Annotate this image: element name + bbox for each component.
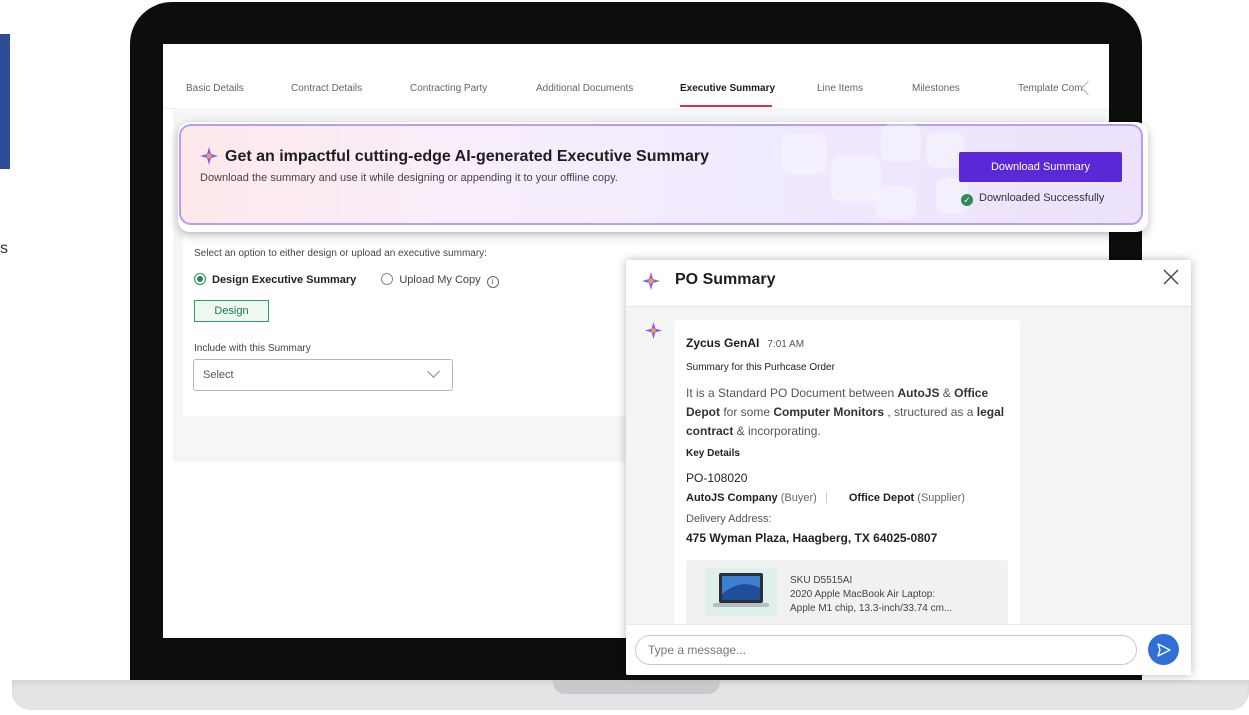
check-circle-icon: ✓	[961, 194, 973, 206]
laptop-notch	[553, 680, 720, 694]
chat-title: PO Summary	[675, 271, 776, 288]
buyer-role: (Buyer)	[780, 492, 817, 504]
download-status: ✓ Downloaded Successfully	[961, 192, 1104, 206]
radio-design-label: Design Executive Summary	[212, 274, 357, 286]
laptop-thumbnail	[705, 568, 777, 616]
banner-subtitle: Download the summary and use it while de…	[200, 172, 618, 184]
info-icon[interactable]: i	[486, 276, 499, 288]
tab-contract-details[interactable]: Contract Details	[291, 78, 362, 108]
chat-header: PO Summary	[626, 260, 1191, 307]
tab-bar: Basic Details Contract Details Contracti…	[163, 78, 1109, 109]
chevron-left-icon[interactable]	[1080, 80, 1096, 96]
banner-title: Get an impactful cutting-edge AI-generat…	[225, 148, 709, 165]
delivery-address: 475 Wyman Plaza, Haagberg, TX 64025-0807	[686, 531, 938, 545]
parties-row: AutoJS Company (Buyer) Office Depot (Supp…	[686, 491, 965, 504]
chevron-down-icon	[427, 365, 440, 378]
tab-line-items[interactable]: Line Items	[817, 78, 863, 108]
tab-contracting-party[interactable]: Contracting Party	[410, 78, 487, 108]
active-tab-indicator	[680, 105, 772, 107]
radio-upload[interactable]	[381, 273, 394, 285]
radio-design-option[interactable]: Design Executive Summary	[194, 273, 357, 286]
message-subtitle: Summary for this Purhcase Order	[686, 362, 835, 373]
supplier-name: Office Depot	[848, 492, 915, 504]
message-input[interactable]	[635, 635, 1137, 665]
download-status-text: Downloaded Successfully	[979, 192, 1105, 204]
select-value: Select	[203, 369, 234, 381]
tab-executive-summary[interactable]: Executive Summary	[680, 78, 775, 108]
ai-message-bubble: Zycus GenAI 7:01 AM Summary for this Purh…	[674, 320, 1020, 630]
download-summary-button[interactable]: Download Summary	[959, 152, 1122, 182]
ai-summary-banner: Get an impactful cutting-edge AI-generat…	[178, 122, 1148, 232]
radio-upload-label: Upload My Copy	[399, 274, 481, 286]
po-summary-chat-panel: PO Summary Zycus GenAI 7:01 AM Summary fo…	[626, 260, 1191, 675]
message-sender: Zycus GenAI 7:01 AM	[686, 336, 805, 350]
tab-basic-details[interactable]: Basic Details	[186, 78, 244, 108]
buyer-name: AutoJS Company	[686, 492, 778, 504]
message-time: 7:01 AM	[767, 339, 805, 350]
product-description: SKU D5515AI 2020 Apple MacBook Air Lapto…	[790, 575, 953, 614]
tab-milestones[interactable]: Milestones	[912, 78, 960, 108]
tab-template-com[interactable]: Template Com	[1018, 78, 1082, 108]
ai-avatar-icon	[644, 321, 663, 340]
include-summary-select[interactable]: Select	[193, 359, 453, 391]
radio-upload-option[interactable]: Upload My Copy i	[381, 273, 499, 288]
ai-sparkle-icon	[199, 146, 219, 166]
delivery-address-label: Delivery Address:	[686, 513, 772, 525]
tab-additional-documents[interactable]: Additional Documents	[536, 78, 633, 108]
summary-option-prompt: Select an option to either design or upl…	[194, 248, 487, 259]
summary-paragraph: It is a Standard PO Document between Aut…	[686, 386, 1005, 438]
po-number: PO-108020	[686, 471, 748, 485]
background-bar	[0, 34, 10, 169]
send-icon	[1154, 642, 1173, 658]
close-icon[interactable]	[1162, 268, 1180, 286]
supplier-role: (Supplier)	[917, 492, 965, 504]
ai-sparkle-icon	[641, 271, 661, 291]
background-glyph: s	[0, 240, 8, 257]
summary-option-group: Design Executive Summary Upload My Copy i	[194, 273, 499, 288]
key-details-label: Key Details	[686, 448, 740, 459]
product-card[interactable]: SKU D5515AI 2020 Apple MacBook Air Lapto…	[686, 560, 1008, 630]
include-summary-label: Include with this Summary	[194, 343, 311, 354]
chat-input-area	[626, 624, 1191, 675]
chat-messages: Zycus GenAI 7:01 AM Summary for this Purh…	[626, 307, 1191, 630]
radio-design[interactable]	[194, 273, 206, 285]
send-button[interactable]	[1148, 634, 1179, 665]
design-button[interactable]: Design	[194, 300, 269, 322]
